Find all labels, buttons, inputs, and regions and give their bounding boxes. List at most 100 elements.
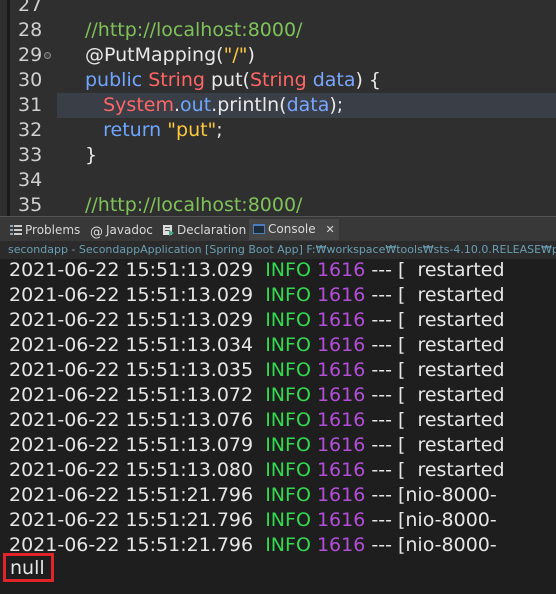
code-line[interactable]: 27: [0, 0, 556, 18]
code-token: );: [329, 94, 344, 116]
code-text-area: @PutMapping("/"): [57, 43, 556, 68]
code-editor[interactable]: 27 28 //http://localhost:8000/29 @PutMappin…: [0, 0, 556, 216]
problems-icon: [10, 222, 22, 235]
code-text: public String put(String data) {: [85, 68, 381, 93]
code-line[interactable]: 30 public String put(String data) {: [0, 68, 556, 93]
line-number: 32: [18, 119, 43, 141]
tab-problems[interactable]: Problems: [10, 220, 80, 240]
code-token: @PutMapping(: [85, 44, 224, 66]
log-level: INFO: [265, 484, 311, 506]
tab-javadoc[interactable]: @ Javadoc: [90, 220, 153, 240]
declaration-icon: [162, 222, 174, 236]
code-token: put(: [204, 69, 250, 91]
code-token: ;: [216, 119, 223, 141]
code-line[interactable]: 32 return "put";: [0, 118, 556, 143]
tab-declaration-label: Declaration: [177, 223, 247, 237]
line-number: 28: [18, 19, 43, 41]
code-token: String: [148, 69, 205, 91]
code-text-area: }: [57, 143, 556, 168]
log-pid: 1616: [316, 309, 366, 331]
log-line: 2021-06-22 15:51:13.079 INFO 1616 --- [ …: [9, 433, 505, 458]
console-launch-title: secondapp - SecondappApplication [Spring…: [0, 241, 556, 259]
code-line[interactable]: 29 @PutMapping("/"): [0, 43, 556, 68]
log-line: 2021-06-22 15:51:13.080 INFO 1616 --- [ …: [9, 458, 505, 483]
log-thread: --- [ restarted: [365, 334, 505, 356]
log-pid: 1616: [316, 534, 366, 556]
log-line: 2021-06-22 15:51:13.035 INFO 1616 --- [ …: [9, 358, 505, 383]
log-thread: --- [nio-8000-: [365, 534, 497, 556]
log-pid: 1616: [316, 384, 366, 406]
log-thread: --- [ restarted: [365, 309, 505, 331]
log-pid: 1616: [316, 409, 366, 431]
console-output[interactable]: 2021-06-22 15:51:13.029 INFO 1616 --- [ …: [0, 259, 556, 594]
code-text: //http://localhost:8000/: [85, 18, 302, 43]
code-text-area: System.out.println(data);: [57, 93, 556, 118]
at-sign-icon: @: [90, 225, 103, 240]
log-level: INFO: [265, 259, 311, 281]
log-pid: 1616: [316, 284, 366, 306]
log-pid: 1616: [316, 434, 366, 456]
line-number: 27: [18, 0, 43, 16]
log-line: 2021-06-22 15:51:21.796 INFO 1616 --- [n…: [9, 533, 497, 558]
log-level: INFO: [265, 534, 311, 556]
console-icon: [253, 221, 265, 234]
line-number: 33: [18, 144, 43, 166]
code-line[interactable]: 28 //http://localhost:8000/: [0, 18, 556, 43]
log-level: INFO: [265, 284, 311, 306]
log-timestamp: 2021-06-22 15:51:13.079: [9, 434, 254, 456]
tab-javadoc-label: Javadoc: [106, 223, 153, 237]
tab-console[interactable]: Console ✕: [249, 219, 339, 240]
log-timestamp: 2021-06-22 15:51:13.035: [9, 359, 254, 381]
line-number: 35: [18, 194, 43, 216]
log-level: INFO: [265, 309, 311, 331]
log-level: INFO: [265, 509, 311, 531]
log-timestamp: 2021-06-22 15:51:13.029: [9, 309, 254, 331]
code-text: //http://localhost:8000/: [85, 193, 302, 216]
code-token: .println(: [211, 94, 287, 116]
code-token: data: [312, 69, 356, 91]
log-level: INFO: [265, 334, 311, 356]
log-line: 2021-06-22 15:51:21.796 INFO 1616 --- [n…: [9, 483, 497, 508]
code-token: String: [249, 69, 307, 91]
code-token: System: [103, 94, 174, 116]
code-line[interactable]: 35 //http://localhost:8000/: [0, 193, 556, 216]
tab-console-label: Console: [268, 222, 316, 236]
log-line: 2021-06-22 15:51:13.029 INFO 1616 --- [ …: [9, 283, 505, 308]
code-text: @PutMapping("/"): [85, 43, 255, 68]
code-token: //http://localhost:8000/: [85, 194, 303, 216]
code-token: "/": [223, 44, 248, 66]
tab-problems-label: Problems: [25, 223, 81, 237]
log-timestamp: 2021-06-22 15:51:13.029: [9, 284, 254, 306]
code-text: }: [85, 143, 97, 168]
code-text: return "put";: [85, 118, 223, 143]
console-output-null: null: [10, 557, 45, 579]
log-thread: --- [ restarted: [365, 434, 505, 456]
code-token: "put": [167, 119, 217, 141]
log-pid: 1616: [316, 459, 366, 481]
log-line: 2021-06-22 15:51:21.796 INFO 1616 --- [n…: [9, 508, 497, 533]
log-level: INFO: [265, 359, 311, 381]
log-line: 2021-06-22 15:51:13.029 INFO 1616 --- [ …: [9, 308, 505, 333]
log-level: INFO: [265, 434, 311, 456]
code-text-area: return "put";: [57, 118, 556, 143]
log-level: INFO: [265, 459, 311, 481]
code-token: //http://localhost:8000/: [85, 19, 303, 41]
log-thread: --- [ restarted: [365, 359, 505, 381]
code-text-area: public String put(String data) {: [57, 68, 556, 93]
log-level: INFO: [265, 409, 311, 431]
tab-declaration[interactable]: Declaration: [162, 220, 246, 240]
log-line: 2021-06-22 15:51:13.076 INFO 1616 --- [ …: [9, 408, 505, 433]
log-thread: --- [ restarted: [365, 409, 505, 431]
code-line[interactable]: 34: [0, 168, 556, 193]
code-text-area: [57, 0, 556, 18]
log-timestamp: 2021-06-22 15:51:13.076: [9, 409, 254, 431]
close-icon[interactable]: ✕: [325, 223, 334, 236]
line-number: 31: [18, 94, 43, 116]
log-timestamp: 2021-06-22 15:51:21.796: [9, 509, 254, 531]
code-token: data: [286, 94, 330, 116]
code-line[interactable]: 33}: [0, 143, 556, 168]
log-thread: --- [nio-8000-: [365, 509, 497, 531]
code-line[interactable]: 31 System.out.println(data);: [0, 93, 556, 118]
fold-toggle-icon[interactable]: [44, 52, 51, 59]
